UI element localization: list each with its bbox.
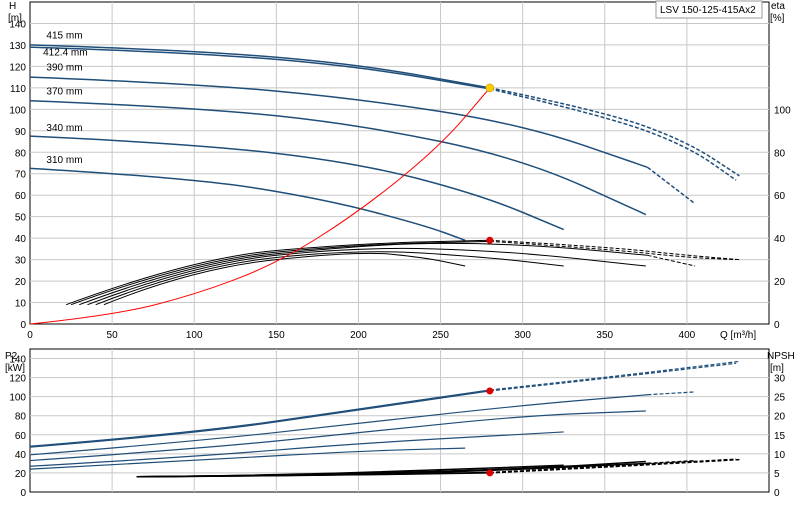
x-tick-label: 250 xyxy=(432,330,449,341)
upper-y2-tick-label: 40 xyxy=(774,234,786,245)
upper-y-axis-label: H xyxy=(9,1,16,12)
operating-point-eta xyxy=(486,236,494,244)
lower-y2-tick-label: 20 xyxy=(774,412,786,423)
lower-y-axis-label: P2 xyxy=(5,351,18,362)
upper-y-tick-label: 50 xyxy=(15,213,27,224)
upper-plot-frame xyxy=(29,1,770,325)
upper-y-tick-label: 60 xyxy=(15,191,27,202)
upper-y-tick-label: 40 xyxy=(15,234,27,245)
lower-y2-tick-label: 25 xyxy=(774,393,786,404)
diameter-label: 415 mm xyxy=(46,30,82,41)
lower-y-tick-label: 60 xyxy=(15,431,27,442)
upper-y-tick-label: 120 xyxy=(9,62,26,73)
upper-y2-tick-label: 100 xyxy=(774,105,791,116)
x-tick-label: 200 xyxy=(350,330,367,341)
x-tick-label: 300 xyxy=(514,330,531,341)
x-axis-label: Q [m³/h] xyxy=(720,330,756,341)
operating-point-npsh xyxy=(486,469,494,477)
lower-y-tick-label: 120 xyxy=(9,374,26,385)
upper-y2-axis-unit: [%] xyxy=(770,13,785,24)
upper-y-tick-label: 80 xyxy=(15,148,27,159)
upper-y2-axis-label: eta xyxy=(771,1,785,12)
x-tick-label: 150 xyxy=(268,330,285,341)
upper-y2-tick-label: 60 xyxy=(774,191,786,202)
lower-y-tick-label: 0 xyxy=(20,488,26,499)
upper-y-tick-label: 30 xyxy=(15,256,27,267)
diameter-label: 310 mm xyxy=(46,155,82,166)
lower-y2-tick-label: 10 xyxy=(774,450,786,461)
diameter-label: 340 mm xyxy=(46,123,82,134)
lower-y-tick-label: 100 xyxy=(9,393,26,404)
upper-y2-tick-label: 0 xyxy=(774,320,780,331)
model-title: LSV 150-125-415Ax2 xyxy=(660,5,756,16)
lower-y-tick-label: 40 xyxy=(15,450,27,461)
lower-y2-tick-label: 15 xyxy=(774,431,786,442)
x-tick-label: 0 xyxy=(27,330,33,341)
lower-y-tick-label: 80 xyxy=(15,412,27,423)
operating-point-head xyxy=(485,83,495,93)
upper-y-tick-label: 100 xyxy=(9,105,26,116)
lower-y2-tick-label: 5 xyxy=(774,469,780,480)
lower-y2-axis-unit: [m] xyxy=(770,363,784,374)
upper-y-tick-label: 70 xyxy=(15,170,27,181)
lower-y-tick-label: 20 xyxy=(15,469,27,480)
upper-y-tick-label: 0 xyxy=(20,320,26,331)
x-tick-label: 350 xyxy=(596,330,613,341)
upper-y2-tick-label: 80 xyxy=(774,148,786,159)
upper-y-tick-label: 10 xyxy=(15,299,27,310)
upper-y2-tick-label: 20 xyxy=(774,277,786,288)
upper-y-tick-label: 90 xyxy=(15,127,27,138)
x-tick-label: 400 xyxy=(679,330,696,341)
lower-y-axis-unit: [kW] xyxy=(5,363,25,374)
lower-y2-tick-label: 30 xyxy=(774,374,786,385)
upper-y-tick-label: 110 xyxy=(10,84,26,95)
upper-y-axis-unit: [m] xyxy=(8,13,22,24)
x-tick-label: 100 xyxy=(186,330,203,341)
lower-y2-tick-label: 0 xyxy=(774,488,780,499)
pump-chart-svg: 0102030405060708090100110120130140020406… xyxy=(5,0,795,499)
diameter-label: 370 mm xyxy=(46,86,82,97)
diameter-label: 390 mm xyxy=(46,63,82,74)
lower-y2-axis-label: NPSH xyxy=(767,351,795,362)
pump-performance-chart: 0 10 20 30 40 50 60 70 80 90 100 110 120 130 140 0 20 40 6… xyxy=(0,0,800,520)
operating-point-power xyxy=(486,387,494,395)
x-tick-label: 50 xyxy=(107,330,119,341)
diameter-label: 412.4 mm xyxy=(43,48,87,59)
upper-y-tick-label: 130 xyxy=(9,41,26,52)
upper-y-tick-label: 20 xyxy=(15,277,27,288)
